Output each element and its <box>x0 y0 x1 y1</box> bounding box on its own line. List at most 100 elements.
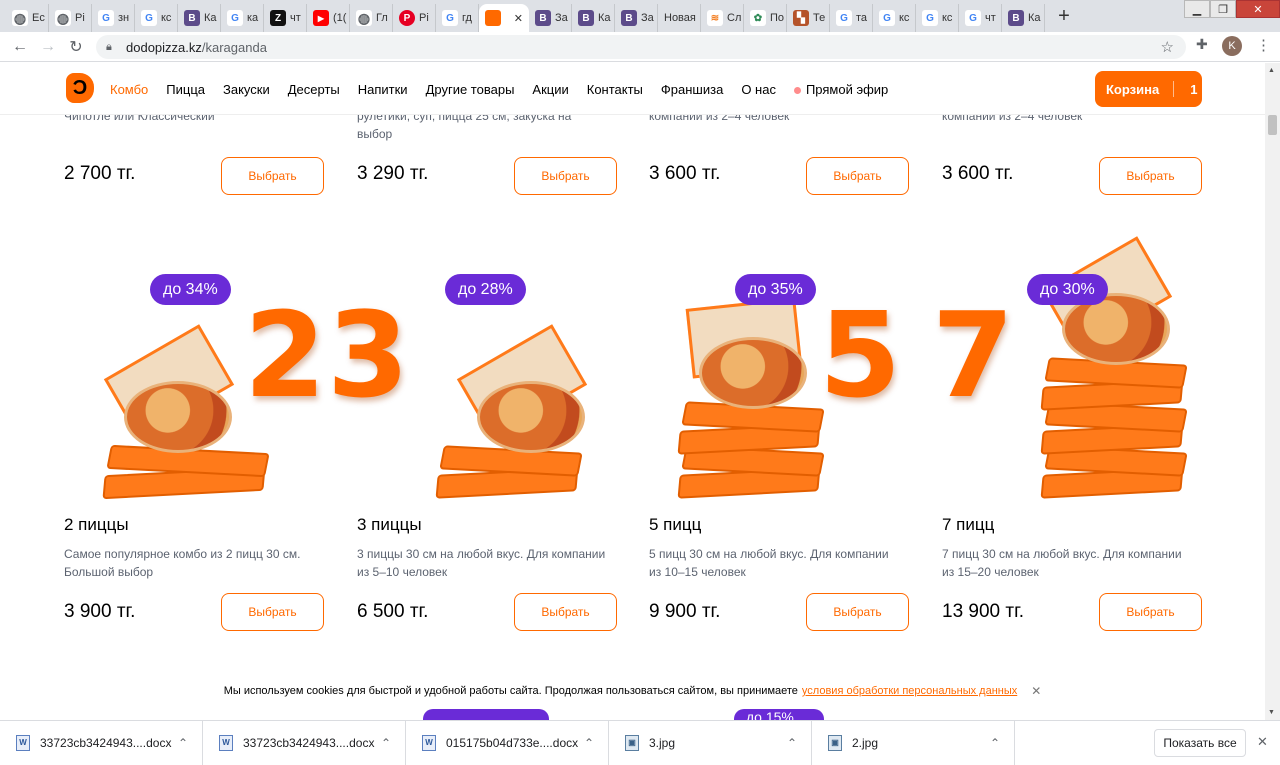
download-item[interactable]: W 33723cb3424943....docx ⌃ <box>0 720 203 765</box>
combo-number-graphic: 7 <box>932 286 1015 424</box>
choose-button[interactable]: Выбрать <box>221 593 324 631</box>
browser-tab[interactable]: P Pi <box>393 4 436 32</box>
word-file-icon: W <box>16 734 30 751</box>
combo-image: до 28% 3 <box>327 266 617 506</box>
cookie-close-icon[interactable]: ✕ <box>1031 684 1041 698</box>
chevron-up-icon[interactable]: ⌃ <box>584 736 608 750</box>
nav-item[interactable]: Закуски <box>223 82 270 97</box>
browser-tab[interactable]: ◍ Pi <box>49 4 92 32</box>
google-icon: G <box>442 10 458 26</box>
minimize-button[interactable]: ▁ <box>1184 0 1210 18</box>
chevron-up-icon[interactable]: ⌃ <box>787 736 811 750</box>
browser-tab[interactable]: B За <box>615 4 658 32</box>
nav-item[interactable]: Напитки <box>358 82 408 97</box>
dodo-logo[interactable]: Ͻ <box>66 73 94 103</box>
browser-tab[interactable]: Gкс <box>135 4 178 32</box>
nav-item-label: О нас <box>741 81 776 97</box>
nav-item[interactable]: Комбо <box>110 82 148 97</box>
pizza-graphic <box>124 381 232 453</box>
browser-tab[interactable]: ✿ По <box>744 4 787 32</box>
browser-tab[interactable]: Gчт <box>959 4 1002 32</box>
nav-item[interactable]: Франшиза <box>661 82 723 97</box>
image-file-icon: ▣ <box>625 734 639 751</box>
choose-button[interactable]: Выбрать <box>514 593 617 631</box>
scroll-up-icon[interactable]: ▲ <box>1268 67 1275 74</box>
tab-close-icon[interactable]: ✕ <box>514 12 523 25</box>
page-viewport: Ͻ Комбо Пицца Закуски Десерты Напитки Другие … <box>0 63 1265 720</box>
browser-tab[interactable]: Gкс <box>916 4 959 32</box>
nav-item[interactable]: Акции <box>532 82 568 97</box>
download-item[interactable]: W 015175b04d733e....docx ⌃ <box>406 720 609 765</box>
extensions-icon[interactable]: ✚ <box>1196 36 1208 53</box>
tab-label: Ка <box>598 12 611 24</box>
cart-divider <box>1173 81 1175 97</box>
main-nav: Комбо Пицца Закуски Десерты Напитки Другие то… <box>110 63 906 115</box>
browser-tab[interactable]: Zчт <box>264 4 307 32</box>
chevron-up-icon[interactable]: ⌃ <box>178 736 202 750</box>
nav-item-label: Контакты <box>586 81 643 97</box>
reload-button[interactable]: ↻ <box>62 33 90 61</box>
nav-item[interactable]: Другие товары <box>426 82 515 97</box>
nav-item[interactable]: Десерты <box>288 82 340 97</box>
show-all-downloads-button[interactable]: Показать все <box>1154 729 1246 757</box>
download-item[interactable]: ▣ 2.jpg ⌃ <box>812 720 1015 765</box>
nav-item[interactable]: Контакты <box>587 82 643 97</box>
chevron-up-icon[interactable]: ⌃ <box>381 736 405 750</box>
browser-tab[interactable]: Gгд <box>436 4 479 32</box>
scroll-down-icon[interactable]: ▼ <box>1268 709 1275 716</box>
vk-icon: B <box>621 10 637 26</box>
profile-avatar[interactable]: K <box>1222 36 1242 56</box>
browser-tab[interactable]: Gка <box>221 4 264 32</box>
nav-item[interactable]: Прямой эфир <box>793 82 888 97</box>
browser-tab[interactable]: Gзн <box>92 4 135 32</box>
choose-button[interactable]: Выбрать <box>1099 157 1202 195</box>
download-item[interactable]: W 33723cb3424943....docx ⌃ <box>203 720 406 765</box>
shelf-close-icon[interactable]: ✕ <box>1257 734 1268 750</box>
browser-tab[interactable]: ≋ Cл <box>701 4 744 32</box>
choose-button[interactable]: Выбрать <box>514 157 617 195</box>
choose-button[interactable]: Выбрать <box>1099 593 1202 631</box>
browser-tab[interactable]: B За <box>529 4 572 32</box>
tab-label: чт <box>290 12 301 24</box>
browser-menu-icon[interactable]: ⋮ <box>1256 36 1271 54</box>
chevron-up-icon[interactable]: ⌃ <box>990 736 1014 750</box>
browser-tab[interactable]: B Ка <box>1002 4 1045 32</box>
browser-tab[interactable]: Gта <box>830 4 873 32</box>
scroll-thumb[interactable] <box>1268 115 1277 135</box>
browser-tab[interactable]: Новая <box>658 4 701 32</box>
new-tab-button[interactable]: + <box>1051 3 1077 29</box>
nav-item[interactable]: О нас <box>741 82 776 97</box>
browser-tab[interactable]: Gкс <box>873 4 916 32</box>
page-scrollbar[interactable]: ▲ ▼ <box>1265 63 1280 720</box>
download-item[interactable]: ▣ 3.jpg ⌃ <box>609 720 812 765</box>
browser-tab[interactable]: ▚ Те <box>787 4 830 32</box>
forward-button[interactable]: → <box>34 33 62 61</box>
tab-label: Те <box>813 12 826 24</box>
combo-image: до 34% 2 <box>74 266 326 506</box>
browser-tab[interactable]: ▶ (1( <box>307 4 350 32</box>
browser-tab[interactable]: ◍ Ec <box>6 4 49 32</box>
pizza-graphic <box>477 381 585 453</box>
cart-button[interactable]: Корзина 1 <box>1095 71 1202 107</box>
browser-tab[interactable]: B Ка <box>572 4 615 32</box>
discount-badge: до 30% <box>1027 274 1108 305</box>
choose-button[interactable]: Выбрать <box>806 593 909 631</box>
choose-button[interactable]: Выбрать <box>806 157 909 195</box>
back-button[interactable]: ← <box>6 33 34 61</box>
address-path: /karaganda <box>201 39 267 55</box>
combo-title: 2 пиццы <box>64 515 129 534</box>
google-icon: G <box>922 10 938 26</box>
browser-tab[interactable]: ✕ <box>479 4 529 32</box>
choose-button[interactable]: Выбрать <box>221 157 324 195</box>
bookmark-star-icon[interactable]: ☆ <box>1161 38 1174 56</box>
window-close-button[interactable]: ✕ <box>1236 0 1280 18</box>
cookie-policy-link[interactable]: условия обработки персональных данных <box>802 685 1017 697</box>
restore-button[interactable]: ❐ <box>1210 0 1236 18</box>
address-bar[interactable]: 🔒︎ dodopizza.kz/karaganda ☆ <box>96 35 1186 59</box>
product-card-top: рулетики, суп, пицца 25 см, закуска на в… <box>357 107 617 207</box>
browser-tab[interactable]: B Ка <box>178 4 221 32</box>
site-header: Ͻ Комбо Пицца Закуски Десерты Напитки Другие … <box>0 63 1265 115</box>
browser-tab[interactable]: ◍ Гл <box>350 4 393 32</box>
nav-item-label: Закуски <box>223 81 270 97</box>
nav-item[interactable]: Пицца <box>166 82 205 97</box>
